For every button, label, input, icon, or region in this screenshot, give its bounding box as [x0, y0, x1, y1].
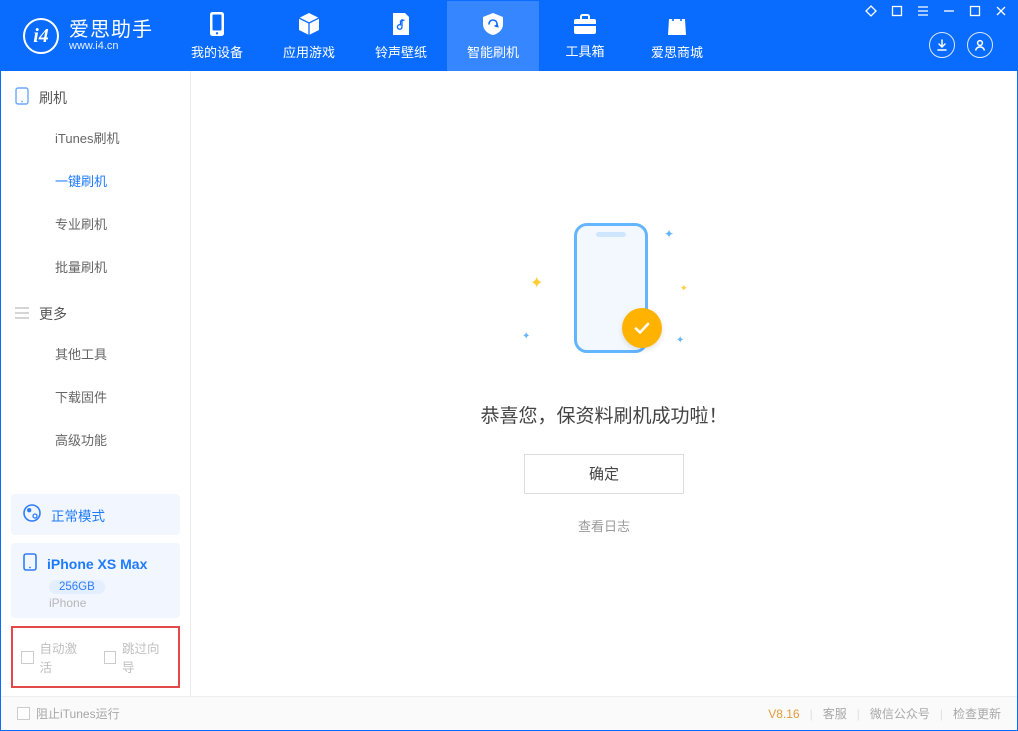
checkbox-label: 跳过向导 [122, 638, 170, 676]
sparkle-icon: ✦ [676, 335, 684, 346]
top-nav: 我的设备 应用游戏 铃声壁纸 智能刷机 [171, 1, 723, 71]
section-label: 刷机 [39, 88, 67, 108]
theme-icon[interactable] [865, 5, 877, 17]
checkbox-auto-activate[interactable]: 自动激活 [21, 638, 88, 676]
maximize-button[interactable] [969, 5, 981, 17]
skin-icon[interactable] [891, 5, 903, 17]
device-name: iPhone XS Max [47, 556, 147, 572]
sidebar-item-onekey-flash[interactable]: 一键刷机 [1, 159, 190, 202]
sidebar-item-pro-flash[interactable]: 专业刷机 [1, 202, 190, 245]
wechat-link[interactable]: 微信公众号 [870, 705, 930, 722]
sidebar-item-batch-flash[interactable]: 批量刷机 [1, 245, 190, 288]
sparkle-icon: ✦ [664, 227, 674, 241]
app-window: i4 爱思助手 www.i4.cn 我的设备 应用游戏 [0, 0, 1018, 731]
nav-store[interactable]: 爱思商城 [631, 1, 723, 71]
nav-label: 工具箱 [565, 41, 604, 60]
nav-label: 铃声壁纸 [375, 42, 427, 61]
checkbox-label: 阻止iTunes运行 [36, 705, 120, 722]
sidebar: 刷机 iTunes刷机 一键刷机 专业刷机 批量刷机 更多 其他工具 下载固件 … [1, 71, 191, 696]
nav-label: 应用游戏 [283, 42, 335, 61]
window-controls [865, 5, 1007, 17]
music-file-icon [390, 11, 412, 37]
device-icon [206, 11, 228, 37]
nav-apps[interactable]: 应用游戏 [263, 1, 355, 71]
shield-refresh-icon [480, 11, 506, 37]
checkbox-icon [104, 651, 117, 664]
sparkle-icon: ✦ [530, 273, 543, 293]
support-link[interactable]: 客服 [823, 705, 847, 722]
sidebar-item-other-tools[interactable]: 其他工具 [1, 332, 190, 375]
phone-icon [23, 553, 37, 574]
device-type: iPhone [49, 596, 168, 610]
nav-label: 爱思商城 [651, 42, 703, 61]
version-label: V8.16 [768, 707, 799, 721]
nav-label: 智能刷机 [467, 42, 519, 61]
bag-icon [665, 11, 689, 37]
section-more: 更多 [1, 288, 190, 332]
menu-icon[interactable] [917, 5, 929, 17]
list-icon [15, 306, 29, 322]
nav-flash[interactable]: 智能刷机 [447, 1, 539, 71]
phone-icon [15, 87, 29, 108]
status-bar: 阻止iTunes运行 V8.16 | 客服 | 微信公众号 | 检查更新 [1, 696, 1017, 730]
sparkle-icon: ✦ [680, 283, 688, 294]
checkbox-icon [17, 707, 30, 720]
sidebar-item-advanced[interactable]: 高级功能 [1, 418, 190, 461]
app-logo: i4 爱思助手 www.i4.cn [1, 1, 171, 71]
app-name: 爱思助手 [69, 20, 153, 41]
check-badge-icon [622, 308, 662, 348]
checkbox-label: 自动激活 [40, 638, 88, 676]
body: 刷机 iTunes刷机 一键刷机 专业刷机 批量刷机 更多 其他工具 下载固件 … [1, 71, 1017, 696]
section-label: 更多 [39, 304, 67, 324]
section-flash: 刷机 [1, 71, 190, 116]
minimize-button[interactable] [943, 5, 955, 17]
cube-icon [296, 11, 322, 37]
main-content: ✦ ✦ ✦ ✦ ✦ 恭喜您，保资料刷机成功啦！ 确定 查看日志 [191, 71, 1017, 696]
success-illustration: ✦ ✦ ✦ ✦ ✦ [504, 213, 704, 373]
highlighted-options: 自动激活 跳过向导 [11, 626, 180, 688]
app-domain: www.i4.cn [69, 41, 153, 53]
nav-label: 我的设备 [191, 42, 243, 61]
device-storage: 256GB [49, 580, 105, 594]
checkbox-skip-guide[interactable]: 跳过向导 [104, 638, 171, 676]
ok-button[interactable]: 确定 [524, 454, 684, 494]
success-title: 恭喜您，保资料刷机成功啦！ [480, 401, 727, 428]
check-update-link[interactable]: 检查更新 [953, 705, 1001, 722]
nav-toolbox[interactable]: 工具箱 [539, 1, 631, 71]
checkbox-icon [21, 651, 34, 664]
mode-icon [23, 504, 41, 525]
mode-card[interactable]: 正常模式 [11, 494, 180, 535]
download-button[interactable] [929, 32, 955, 58]
mode-label: 正常模式 [51, 505, 105, 525]
checkbox-block-itunes[interactable]: 阻止iTunes运行 [17, 705, 120, 722]
nav-ringtones[interactable]: 铃声壁纸 [355, 1, 447, 71]
sidebar-item-download-firmware[interactable]: 下载固件 [1, 375, 190, 418]
sidebar-item-itunes-flash[interactable]: iTunes刷机 [1, 116, 190, 159]
toolbox-icon [572, 12, 598, 36]
account-button[interactable] [967, 32, 993, 58]
close-button[interactable] [995, 5, 1007, 17]
nav-my-device[interactable]: 我的设备 [171, 1, 263, 71]
device-card[interactable]: iPhone XS Max 256GB iPhone [11, 543, 180, 618]
logo-icon: i4 [23, 18, 59, 54]
sparkle-icon: ✦ [522, 331, 530, 342]
view-log-link[interactable]: 查看日志 [578, 516, 630, 535]
